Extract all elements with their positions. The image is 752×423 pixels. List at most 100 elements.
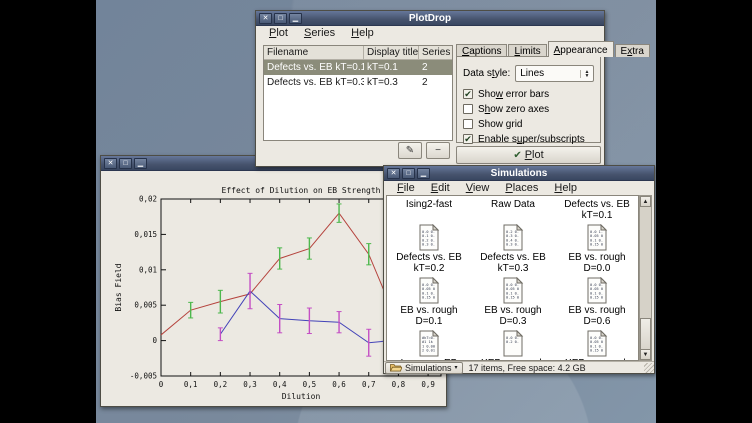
table-cell: kT=0.3 bbox=[364, 75, 419, 90]
tab-extra[interactable]: Extra bbox=[615, 44, 650, 57]
checkbox-row[interactable]: Show grid bbox=[463, 118, 594, 130]
maximize-icon[interactable]: □ bbox=[402, 168, 415, 179]
svg-text:2 0.01: 2 0.01 bbox=[422, 349, 435, 353]
svg-text:Dilution: Dilution bbox=[282, 392, 321, 401]
svg-text:0,7: 0,7 bbox=[362, 380, 376, 389]
menu-plot[interactable]: Plot bbox=[262, 26, 295, 41]
svg-text:0,1: 0,1 bbox=[184, 380, 198, 389]
checkbox-label: Show grid bbox=[478, 119, 522, 130]
file-label: Ising2-fast bbox=[406, 199, 452, 210]
column-header[interactable]: Series bbox=[419, 46, 452, 59]
svg-text:0: 0 bbox=[159, 380, 164, 389]
simulations-titlebar[interactable]: ✕□▁ Simulations bbox=[384, 166, 654, 181]
minimize-icon[interactable]: ▁ bbox=[417, 168, 430, 179]
remove-button[interactable]: − bbox=[426, 142, 450, 159]
location-label: Simulations bbox=[405, 363, 452, 373]
pencil-icon: ✎ bbox=[406, 145, 414, 156]
table-cell: 2 bbox=[419, 75, 452, 90]
minus-icon: − bbox=[435, 145, 441, 156]
file-item-3[interactable]: Defects vs. EBkT=0.1 bbox=[555, 198, 639, 224]
checkbox-row[interactable]: ✔ Show error bars bbox=[463, 88, 594, 100]
checkbox-label: Enable super/subscripts bbox=[478, 134, 585, 145]
column-header[interactable]: Filename bbox=[264, 46, 364, 59]
close-icon[interactable]: ✕ bbox=[259, 13, 272, 24]
svg-text:0,2: 0,2 bbox=[214, 380, 228, 389]
menu-edit[interactable]: Edit bbox=[424, 181, 457, 196]
plotdrop-file-table[interactable]: FilenameDisplay titleSeries Defects vs. … bbox=[263, 45, 453, 141]
screen: ✕□▁ Effect of Dilution on EB StrengthDil… bbox=[0, 0, 752, 423]
location-button[interactable]: Simulations ▾ bbox=[385, 362, 463, 374]
svg-text:0,02: 0,02 bbox=[139, 195, 157, 204]
menu-file[interactable]: File bbox=[390, 181, 422, 196]
minimize-icon[interactable]: ▁ bbox=[134, 158, 147, 169]
checkbox[interactable]: ✔ bbox=[463, 89, 473, 99]
svg-text:0.15 0: 0.15 0 bbox=[590, 243, 603, 247]
file-item-1[interactable]: Ising2-fast bbox=[387, 198, 471, 224]
plot-button[interactable]: ✔Plot bbox=[456, 146, 601, 164]
scroll-down-icon[interactable]: ▼ bbox=[640, 349, 651, 360]
plot-window-controls: ✕□▁ bbox=[104, 158, 147, 169]
checkbox[interactable] bbox=[463, 104, 473, 114]
close-icon[interactable]: ✕ bbox=[387, 168, 400, 179]
vertical-scrollbar[interactable]: ▲ ▼ bbox=[639, 195, 652, 361]
svg-text:0.15 0: 0.15 0 bbox=[506, 296, 519, 300]
table-row[interactable]: Defects vs. EB kT=0.3kT=0.32 bbox=[264, 75, 452, 90]
menu-help[interactable]: Help bbox=[344, 26, 381, 41]
table-row[interactable]: Defects vs. EB kT=0.1kT=0.12 bbox=[264, 60, 452, 75]
resize-grip[interactable] bbox=[644, 363, 654, 373]
svg-text:0,015: 0,015 bbox=[134, 230, 157, 239]
combo-arrows-icon: ▲▼ bbox=[580, 70, 593, 78]
file-label: Raw Data bbox=[491, 199, 535, 210]
scrollbar-thumb[interactable] bbox=[640, 318, 651, 350]
file-item-10[interactable]: #kT=0.#1 1k1 0.002 0.01Layer vs. EB bbox=[387, 330, 471, 361]
text-file-icon: 0.0 1.0.05 00.1 0.0.15 0 bbox=[586, 224, 608, 251]
data-style-select[interactable]: Lines ▲▼ bbox=[515, 65, 594, 82]
menu-view[interactable]: View bbox=[459, 181, 497, 196]
tab-appearance[interactable]: Appearance bbox=[548, 41, 614, 57]
checkbox[interactable]: ✔ bbox=[463, 134, 473, 144]
svg-text:Effect of Dilution on EB Stren: Effect of Dilution on EB Strength bbox=[222, 186, 381, 195]
text-file-icon: #kT=0.#1 1k1 0.002 0.01 bbox=[418, 330, 440, 357]
scroll-up-icon[interactable]: ▲ bbox=[640, 196, 651, 207]
file-item-6[interactable]: 0.0 1.0.05 00.1 0.0.15 0EB vs. roughD=0.… bbox=[555, 224, 639, 277]
file-item-4[interactable]: 0.0 0.0.1 0.0.2 0.0.3 0.Defects vs. EBkT… bbox=[387, 224, 471, 277]
menu-help[interactable]: Help bbox=[547, 181, 584, 196]
file-item-5[interactable]: 0.2 0.0.3 0.0.4 0.0.3 0.Defects vs. EBkT… bbox=[471, 224, 555, 277]
checkbox[interactable] bbox=[463, 119, 473, 129]
appearance-checkboxes: ✔ Show error bars Show zero axes Show grid ✔… bbox=[463, 88, 594, 145]
table-cell: Defects vs. EB kT=0.1 bbox=[264, 60, 364, 75]
file-item-12[interactable]: 0.0 0.0.05 00.1 0.0.15 0XEB vs. rough bbox=[555, 330, 639, 361]
minimize-icon[interactable]: ▁ bbox=[289, 13, 302, 24]
simulations-menubar: FileEditViewPlacesHelp bbox=[384, 181, 654, 196]
close-icon[interactable]: ✕ bbox=[104, 158, 117, 169]
maximize-icon[interactable]: □ bbox=[274, 13, 287, 24]
menu-places[interactable]: Places bbox=[498, 181, 545, 196]
checkbox-label: Show error bars bbox=[478, 89, 549, 100]
table-body: Defects vs. EB kT=0.1kT=0.12Defects vs. … bbox=[264, 60, 452, 90]
file-label: EB vs. roughD=0.1 bbox=[400, 305, 457, 327]
settings-tabs: CaptionsLimitsAppearanceExtra bbox=[456, 41, 651, 57]
maximize-icon[interactable]: □ bbox=[119, 158, 132, 169]
table-cell: 2 bbox=[419, 60, 452, 75]
menu-series[interactable]: Series bbox=[297, 26, 342, 41]
column-header[interactable]: Display title bbox=[364, 46, 419, 59]
file-label: EB vs. roughD=0.3 bbox=[484, 305, 541, 327]
checkbox-row[interactable]: ✔ Enable super/subscripts bbox=[463, 133, 594, 145]
file-item-2[interactable]: Raw Data bbox=[471, 198, 555, 224]
file-item-9[interactable]: 0.0 0.0.05 00.1 0.0.15 0EB vs. roughD=0.… bbox=[555, 277, 639, 330]
table-header[interactable]: FilenameDisplay titleSeries bbox=[264, 46, 452, 60]
appearance-panel: Data style: Lines ▲▼ ✔Show error barsSho… bbox=[456, 56, 601, 143]
plotdrop-titlebar[interactable]: ✕□▁ PlotDrop bbox=[256, 11, 604, 26]
checkbox-row[interactable]: Show zero axes bbox=[463, 103, 594, 115]
text-file-icon: 0.0 0.0.05 00.1 0.0.15 0 bbox=[586, 330, 608, 357]
text-file-icon: 0.2 0.0.3 0.0.4 0.0.3 0. bbox=[502, 224, 524, 251]
table-cell: kT=0.1 bbox=[364, 60, 419, 75]
chevron-down-icon: ▾ bbox=[455, 364, 458, 371]
svg-text:Bias Field: Bias Field bbox=[114, 263, 123, 311]
file-item-7[interactable]: 0.0 0.0.05 00.1 0.0.15 0EB vs. roughD=0.… bbox=[387, 277, 471, 330]
edit-button[interactable]: ✎ bbox=[398, 142, 422, 159]
svg-text:0.3 0.: 0.3 0. bbox=[506, 243, 519, 247]
file-item-11[interactable]: 0.0 0.0.2 0.XEB vs. rough bbox=[471, 330, 555, 361]
file-label: EB vs. roughD=0.0 bbox=[568, 252, 625, 274]
file-item-8[interactable]: 0.0 0.0.05 00.1 0.0.15 0EB vs. roughD=0.… bbox=[471, 277, 555, 330]
